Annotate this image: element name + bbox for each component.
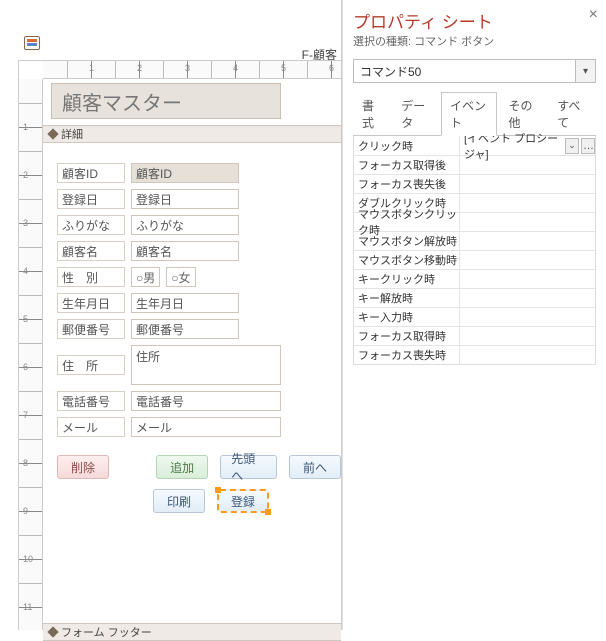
builder-button[interactable]: …	[581, 138, 595, 154]
label-furigana[interactable]: ふりがな	[57, 215, 125, 235]
delete-button[interactable]: 削除	[57, 455, 109, 479]
property-value[interactable]	[460, 156, 595, 174]
field-mail[interactable]: メール	[131, 417, 281, 437]
property-name: フォーカス取得後	[354, 156, 460, 174]
field-register-date[interactable]: 登録日	[131, 189, 239, 209]
field-furigana[interactable]: ふりがな	[131, 215, 239, 235]
property-value[interactable]	[460, 232, 595, 250]
property-sheet-title: プロパティ シート	[343, 0, 606, 33]
property-tabs: 書式データイベントその他すべて	[353, 91, 596, 136]
property-value[interactable]	[460, 213, 595, 231]
detail-section-bar[interactable]: 詳細	[43, 125, 341, 143]
detail-section-label: 詳細	[61, 126, 83, 142]
add-button[interactable]: 追加	[156, 455, 208, 479]
property-name: フォーカス喪失後	[354, 175, 460, 193]
form-icon	[24, 36, 40, 50]
property-name: キークリック時	[354, 270, 460, 288]
register-button[interactable]: 登録	[217, 489, 269, 513]
property-value[interactable]	[460, 327, 595, 345]
property-sheet-subtitle: 選択の種類: コマンド ボタン	[343, 33, 606, 55]
label-customer-id[interactable]: 顧客ID	[57, 163, 125, 183]
footer-section-bar[interactable]: フォーム フッター	[43, 623, 341, 641]
property-value[interactable]	[460, 308, 595, 326]
label-address[interactable]: 住 所	[57, 355, 125, 375]
label-customer-name[interactable]: 顧客名	[57, 241, 125, 261]
field-zip[interactable]: 郵便番号	[131, 319, 239, 339]
gender-male-option[interactable]: ○男	[131, 267, 160, 287]
footer-section-label: フォーム フッター	[61, 624, 152, 640]
property-name: キー解放時	[354, 289, 460, 307]
property-row[interactable]: フォーカス取得時	[354, 326, 595, 345]
property-grid[interactable]: クリック時[イベント プロシージャ]⌄…フォーカス取得後フォーカス喪失後ダブルク…	[353, 136, 596, 365]
label-zip[interactable]: 郵便番号	[57, 319, 125, 339]
property-tab-書式[interactable]: 書式	[353, 92, 390, 136]
property-value[interactable]	[460, 251, 595, 269]
property-name: フォーカス取得時	[354, 327, 460, 345]
field-phone[interactable]: 電話番号	[131, 391, 281, 411]
first-button[interactable]: 先頭へ	[220, 455, 277, 479]
property-tab-イベント[interactable]: イベント	[441, 92, 497, 136]
form-canvas[interactable]: 顧客マスター 詳細 顧客ID 顧客ID 登録日 登録日 ふりがな ふりがな	[43, 79, 341, 630]
chevron-down-icon[interactable]: ⌄	[565, 138, 579, 154]
property-value[interactable]	[460, 289, 595, 307]
object-selector[interactable]: コマンド50 ▾	[353, 59, 596, 83]
property-tab-その他[interactable]: その他	[499, 92, 546, 136]
close-icon[interactable]: ×	[589, 6, 598, 24]
property-name: マウスボタン解放時	[354, 232, 460, 250]
chevron-down-icon[interactable]: ▾	[575, 60, 595, 82]
property-row[interactable]: キー解放時	[354, 288, 595, 307]
property-row[interactable]: フォーカス喪失時	[354, 345, 595, 364]
property-name: クリック時	[354, 136, 460, 155]
detail-section[interactable]: 顧客ID 顧客ID 登録日 登録日 ふりがな ふりがな 顧客名 顧客名 性 別	[43, 143, 341, 623]
property-row[interactable]: フォーカス喪失後	[354, 174, 595, 193]
property-row[interactable]: マウスボタン移動時	[354, 250, 595, 269]
property-row[interactable]: キークリック時	[354, 269, 595, 288]
property-name: キー入力時	[354, 308, 460, 326]
property-tab-すべて[interactable]: すべて	[548, 92, 594, 136]
print-button[interactable]: 印刷	[153, 489, 205, 513]
gender-female-option[interactable]: ○女	[166, 267, 195, 287]
property-row[interactable]: フォーカス取得後	[354, 155, 595, 174]
property-name: フォーカス喪失時	[354, 346, 460, 364]
property-name: マウスボタン移動時	[354, 251, 460, 269]
property-value[interactable]	[460, 175, 595, 193]
label-mail[interactable]: メール	[57, 417, 125, 437]
property-value[interactable]	[460, 270, 595, 288]
field-customer-name[interactable]: 顧客名	[131, 241, 239, 261]
ruler-horizontal[interactable]: 123456	[43, 61, 341, 79]
property-row[interactable]: クリック時[イベント プロシージャ]⌄…	[354, 136, 595, 155]
property-value[interactable]	[460, 194, 595, 212]
ruler-vertical[interactable]: 1234567891011	[19, 79, 43, 630]
label-phone[interactable]: 電話番号	[57, 391, 125, 411]
property-row[interactable]: マウスボタンクリック時	[354, 212, 595, 231]
field-gender[interactable]: ○男 ○女	[131, 267, 196, 287]
property-row[interactable]: キー入力時	[354, 307, 595, 326]
property-sheet: × プロパティ シート 選択の種類: コマンド ボタン コマンド50 ▾ 書式デ…	[342, 0, 606, 630]
property-row[interactable]: マウスボタン解放時	[354, 231, 595, 250]
object-selector-value: コマンド50	[354, 63, 575, 80]
label-register-date[interactable]: 登録日	[57, 189, 125, 209]
field-birthdate[interactable]: 生年月日	[131, 293, 239, 313]
form-title-label[interactable]: 顧客マスター	[51, 83, 281, 119]
property-tab-データ[interactable]: データ	[392, 92, 439, 136]
field-customer-id[interactable]: 顧客ID	[131, 163, 239, 183]
property-value[interactable]	[460, 346, 595, 364]
prev-button[interactable]: 前へ	[289, 455, 341, 479]
label-gender[interactable]: 性 別	[57, 267, 125, 287]
form-design-area: F-顧客 123456 1234567891011 顧客マスター 詳細 顧客ID…	[0, 0, 342, 630]
section-handle-icon	[47, 128, 58, 139]
section-handle-icon	[47, 626, 58, 637]
field-address[interactable]: 住所	[131, 345, 281, 385]
property-value[interactable]: [イベント プロシージャ]⌄…	[460, 136, 595, 155]
form-header-section[interactable]: 顧客マスター	[43, 79, 341, 125]
design-surface[interactable]: 123456 1234567891011 顧客マスター 詳細 顧客ID 顧客ID…	[18, 60, 341, 630]
property-name: マウスボタンクリック時	[354, 213, 460, 231]
label-birthdate[interactable]: 生年月日	[57, 293, 125, 313]
